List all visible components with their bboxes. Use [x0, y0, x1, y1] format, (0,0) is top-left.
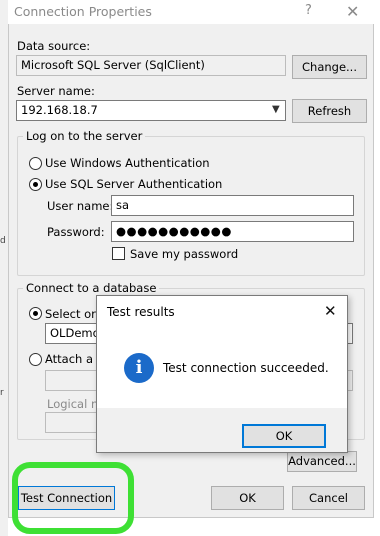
database-group-title: Connect to a database — [23, 281, 160, 295]
data-source-field: Microsoft SQL Server (SqlClient) — [16, 55, 286, 76]
save-password-label[interactable]: Save my password — [130, 247, 238, 261]
password-label: Password: — [47, 225, 105, 239]
test-results-title: Test results — [107, 305, 175, 319]
cancel-button[interactable]: Cancel — [292, 486, 365, 510]
test-results-message: Test connection succeeded. — [163, 361, 329, 375]
background-window-edge — [374, 0, 380, 536]
test-results-ok-button[interactable]: OK — [242, 424, 326, 448]
server-name-label: Server name: — [17, 84, 95, 98]
info-icon: i — [124, 353, 154, 383]
server-name-combobox[interactable]: 192.168.18.7 — [16, 100, 286, 121]
highlight-annotation — [12, 462, 134, 534]
attach-database-radio[interactable] — [29, 353, 42, 366]
ok-button[interactable]: OK — [211, 486, 284, 510]
windows-auth-radio[interactable] — [29, 157, 42, 170]
close-icon[interactable]: ✕ — [346, 2, 359, 21]
logon-group-title: Log on to the server — [23, 129, 146, 143]
select-database-radio[interactable] — [29, 307, 42, 320]
refresh-button[interactable]: Refresh — [292, 99, 367, 123]
username-label: User name: — [47, 199, 114, 213]
username-field[interactable]: sa — [111, 195, 354, 216]
background-edge-glyph: d — [0, 236, 6, 246]
change-button[interactable]: Change... — [292, 55, 367, 79]
advanced-button[interactable]: Advanced... — [287, 451, 357, 472]
save-password-checkbox[interactable] — [112, 247, 125, 260]
password-field[interactable]: ●●●●●●●●●●● — [111, 221, 354, 242]
sql-auth-radio[interactable] — [29, 178, 42, 191]
background-edge-glyph: r — [0, 388, 4, 398]
help-icon[interactable]: ? — [305, 3, 312, 18]
windows-auth-label[interactable]: Use Windows Authentication — [45, 156, 210, 170]
background-window-strip — [0, 0, 8, 536]
data-source-label: Data source: — [17, 39, 91, 53]
sql-auth-label[interactable]: Use SQL Server Authentication — [45, 177, 222, 191]
chevron-down-icon[interactable]: ▼ — [272, 104, 280, 115]
close-icon[interactable]: ✕ — [324, 302, 337, 320]
dialog-title: Connection Properties — [14, 4, 152, 19]
